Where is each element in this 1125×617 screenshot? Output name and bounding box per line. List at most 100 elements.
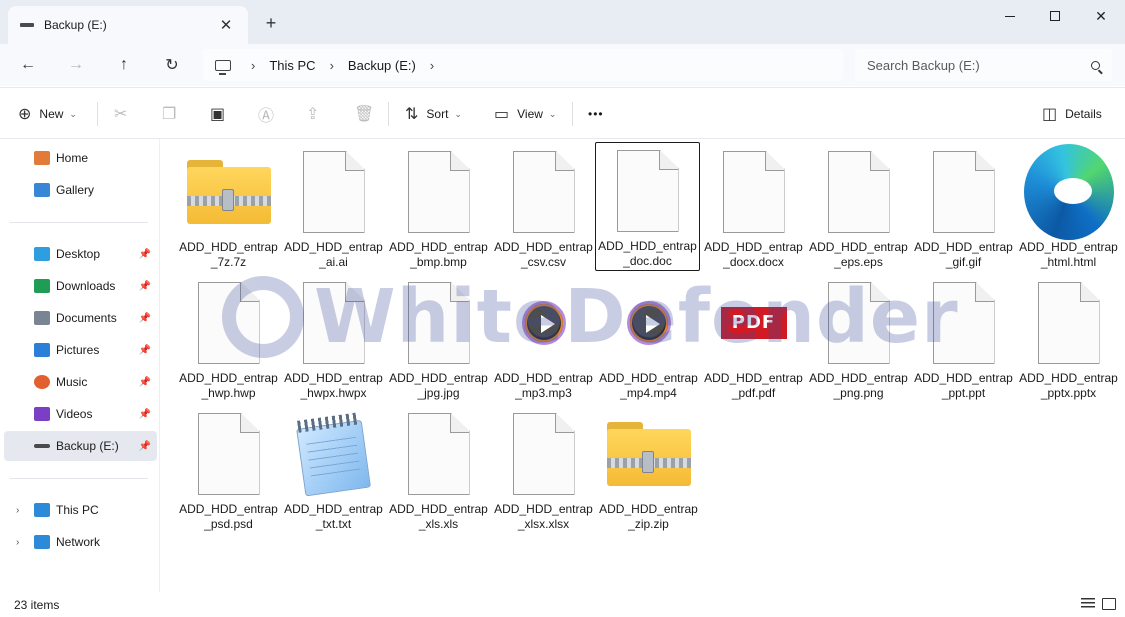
large-icons-view-icon[interactable]: [1102, 598, 1116, 610]
file-item[interactable]: ADD_HDD_entrap_eps.eps: [806, 143, 911, 271]
minimize-icon: [1005, 15, 1015, 17]
search-box[interactable]: [855, 49, 1112, 81]
share-button[interactable]: ⇪: [306, 100, 327, 128]
sidebar-item-gallery[interactable]: Gallery: [4, 175, 157, 205]
back-button[interactable]: ←: [12, 50, 44, 80]
close-window-button[interactable]: ✕: [1078, 0, 1124, 32]
blank-file-icon: [394, 410, 484, 498]
file-name: ADD_HDD_entrap_bmp.bmp: [389, 240, 488, 269]
file-item[interactable]: ADD_HDD_entrap_txt.txt: [281, 405, 386, 533]
address-bar[interactable]: › This PC › Backup (E:) ›: [203, 49, 843, 81]
pin-icon[interactable]: 📌: [139, 409, 151, 420]
pin-icon[interactable]: 📌: [139, 377, 151, 388]
file-item[interactable]: ADD_HDD_entrap_doc.doc: [595, 142, 700, 271]
file-name: ADD_HDD_entrap_7z.7z: [179, 240, 278, 269]
more-options-button[interactable]: •••: [588, 100, 604, 128]
pin-icon[interactable]: 📌: [139, 249, 151, 260]
computer-icon: [215, 59, 231, 75]
file-name: ADD_HDD_entrap_xlsx.xlsx: [494, 502, 593, 531]
sidebar-item-label: Downloads: [56, 279, 116, 293]
details-button[interactable]: ◫ Details: [1042, 100, 1102, 128]
file-name: ADD_HDD_entrap_jpg.jpg: [389, 371, 488, 400]
file-item[interactable]: ADD_HDD_entrap_xls.xls: [386, 405, 491, 533]
copy-button[interactable]: ❐: [162, 100, 184, 128]
sidebar-item-videos[interactable]: Videos 📌: [4, 399, 157, 429]
file-name: ADD_HDD_entrap_pdf.pdf: [704, 371, 803, 400]
up-button[interactable]: ↑: [108, 50, 140, 80]
file-item[interactable]: ADD_HDD_entrap_png.png: [806, 274, 911, 402]
sort-label: Sort: [426, 107, 449, 121]
file-item[interactable]: ADD_HDD_entrap_psd.psd: [176, 405, 281, 533]
refresh-button[interactable]: ↻: [156, 50, 188, 80]
file-grid: ADD_HDD_entrap_7z.7z ADD_HDD_entrap_ai.a…: [161, 139, 1125, 592]
minimize-button[interactable]: [987, 0, 1033, 32]
pin-icon[interactable]: 📌: [139, 441, 151, 452]
file-item[interactable]: ADD_HDD_entrap_ai.ai: [281, 143, 386, 271]
divider: [388, 102, 389, 126]
sort-button[interactable]: ⇅ Sort ⌄: [405, 100, 462, 128]
maximize-button[interactable]: [1032, 0, 1078, 32]
file-name: ADD_HDD_entrap_doc.doc: [598, 239, 697, 268]
tab-backup[interactable]: Backup (E:) ✕: [8, 6, 248, 44]
sidebar-item-network[interactable]: › Network: [4, 527, 157, 557]
search-input[interactable]: [867, 57, 1067, 73]
sidebar-item-music[interactable]: Music 📌: [4, 367, 157, 397]
paste-button[interactable]: ▣: [210, 100, 233, 128]
breadcrumb-this-pc[interactable]: This PC: [269, 58, 315, 73]
file-item[interactable]: ADD_HDD_entrap_ppt.ppt: [911, 274, 1016, 402]
file-item[interactable]: ADD_HDD_entrap_mp3.mp3: [491, 274, 596, 402]
breadcrumb-backup[interactable]: Backup (E:): [348, 58, 416, 73]
file-item[interactable]: ADD_HDD_entrap_csv.csv: [491, 143, 596, 271]
forward-button[interactable]: →: [60, 50, 92, 80]
file-item[interactable]: ADD_HDD_entrap_docx.docx: [701, 143, 806, 271]
sidebar-item-this-pc[interactable]: › This PC: [4, 495, 157, 525]
search-icon[interactable]: [1091, 60, 1100, 70]
file-name: ADD_HDD_entrap_ppt.ppt: [914, 371, 1013, 400]
divider: [10, 478, 148, 479]
file-item[interactable]: ADD_HDD_entrap_hwpx.hwpx: [281, 274, 386, 402]
rename-button[interactable]: Ⓐ: [258, 100, 282, 128]
sidebar-item-desktop[interactable]: Desktop 📌: [4, 239, 157, 269]
new-button[interactable]: ⊕ New ⌄: [18, 100, 77, 128]
blank-file-icon: [1024, 279, 1114, 367]
file-name: ADD_HDD_entrap_mp4.mp4: [599, 371, 698, 400]
sidebar-item-downloads[interactable]: Downloads 📌: [4, 271, 157, 301]
file-item[interactable]: ADD_HDD_entrap_hwp.hwp: [176, 274, 281, 402]
blank-file-icon: [709, 148, 799, 236]
chevron-down-icon: ⌄: [69, 108, 77, 119]
details-pane-icon: ◫: [1042, 106, 1058, 123]
cut-button[interactable]: ✂: [114, 100, 135, 128]
file-item[interactable]: ADD_HDD_entrap_html.html: [1016, 143, 1121, 271]
file-item[interactable]: PDF ADD_HDD_entrap_pdf.pdf: [701, 274, 806, 402]
file-item[interactable]: ADD_HDD_entrap_jpg.jpg: [386, 274, 491, 402]
file-item[interactable]: ADD_HDD_entrap_zip.zip: [596, 405, 701, 533]
file-item[interactable]: ADD_HDD_entrap_gif.gif: [911, 143, 1016, 271]
blank-file-icon: [919, 279, 1009, 367]
tab-title: Backup (E:): [44, 18, 107, 32]
file-item[interactable]: ADD_HDD_entrap_7z.7z: [176, 143, 281, 271]
new-tab-button[interactable]: +: [260, 12, 282, 34]
pin-icon[interactable]: 📌: [139, 281, 151, 292]
file-item[interactable]: ADD_HDD_entrap_mp4.mp4: [596, 274, 701, 402]
tab-close-button[interactable]: ✕: [216, 16, 236, 34]
sidebar-item-backup[interactable]: Backup (E:) 📌: [4, 431, 157, 461]
file-item[interactable]: ADD_HDD_entrap_pptx.pptx: [1016, 274, 1121, 402]
sidebar-item-documents[interactable]: Documents 📌: [4, 303, 157, 333]
file-name: ADD_HDD_entrap_html.html: [1019, 240, 1118, 269]
documents-icon: [34, 311, 50, 325]
pin-icon[interactable]: 📌: [139, 345, 151, 356]
blank-file-icon: [814, 279, 904, 367]
chevron-right-icon[interactable]: ›: [430, 58, 434, 73]
pin-icon[interactable]: 📌: [139, 313, 151, 324]
details-view-icon[interactable]: [1081, 598, 1095, 610]
delete-button[interactable]: 🗑: [354, 100, 382, 128]
chevron-right-icon[interactable]: ›: [16, 537, 19, 548]
chevron-down-icon: ⌄: [548, 108, 557, 119]
view-button[interactable]: ▭ View ⌄: [494, 100, 556, 128]
file-item[interactable]: ADD_HDD_entrap_bmp.bmp: [386, 143, 491, 271]
chevron-right-icon: ›: [251, 57, 256, 73]
sidebar-item-pictures[interactable]: Pictures 📌: [4, 335, 157, 365]
chevron-right-icon[interactable]: ›: [16, 505, 19, 516]
file-item[interactable]: ADD_HDD_entrap_xlsx.xlsx: [491, 405, 596, 533]
sidebar-item-home[interactable]: Home: [4, 143, 157, 173]
